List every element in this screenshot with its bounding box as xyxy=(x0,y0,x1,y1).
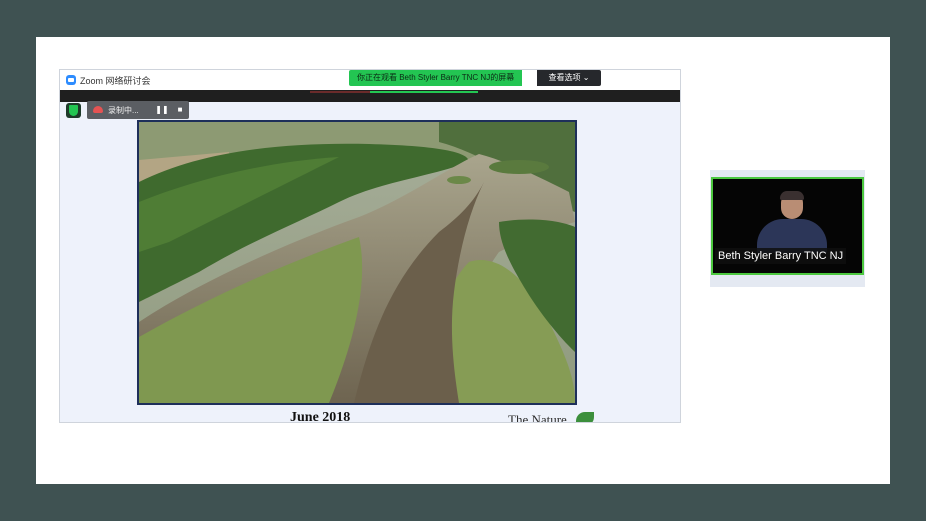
view-options-button[interactable]: 查看选项 ⌄ xyxy=(537,70,601,86)
participant-hair xyxy=(780,191,804,200)
recording-bar: 录制中... ❚❚ ■ xyxy=(87,101,189,119)
stop-icon[interactable]: ■ xyxy=(171,103,189,117)
slide-caption: June 2018 xyxy=(290,410,351,423)
recording-label: 录制中... xyxy=(108,106,139,115)
slide-photo xyxy=(137,120,577,405)
nature-conservancy-logo: The Nature xyxy=(508,412,567,423)
cloud-record-icon xyxy=(93,106,103,113)
participant-name-tag: Beth Styler Barry TNC NJ xyxy=(715,248,847,264)
zoom-logo-icon xyxy=(66,75,76,85)
leaf-icon xyxy=(576,412,594,422)
pause-icon[interactable]: ❚❚ xyxy=(153,103,171,117)
aerial-river-image xyxy=(139,122,575,403)
window-title: Zoom 网络研讨会 xyxy=(80,76,151,86)
active-speaker-video: Beth Styler Barry TNC NJ xyxy=(711,177,864,275)
shield-icon[interactable] xyxy=(66,103,81,118)
participant-video-tile[interactable]: Beth Styler Barry TNC NJ xyxy=(710,170,865,287)
shield-icon-fill xyxy=(69,105,78,116)
screen-frame: Zoom 网络研讨会 你正在观看 Beth Styler Barry TNC N… xyxy=(36,37,890,484)
strip-indicator xyxy=(310,91,370,93)
screen-share-banner: 你正在观看 Beth Styler Barry TNC NJ的屏幕 xyxy=(349,70,523,86)
zoom-window: Zoom 网络研讨会 你正在观看 Beth Styler Barry TNC N… xyxy=(59,69,681,423)
share-indicator-line xyxy=(370,91,478,93)
